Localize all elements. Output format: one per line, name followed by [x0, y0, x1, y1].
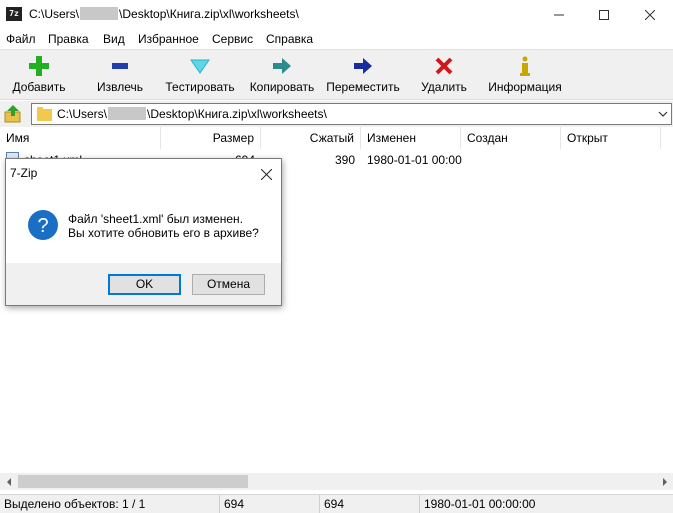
menu-favorites[interactable]: Избранное	[138, 32, 199, 46]
maximize-icon	[599, 10, 609, 20]
cancel-button[interactable]: Отмена	[192, 274, 265, 295]
address-path-suffix: \Desktop\Книга.zip\xl\worksheets\	[147, 107, 327, 121]
copy-button[interactable]: Копировать	[247, 50, 317, 100]
column-packed[interactable]: Сжатый	[261, 127, 361, 149]
scroll-right-button[interactable]	[656, 473, 673, 490]
copy-label: Копировать	[249, 80, 315, 94]
column-created[interactable]: Создан	[461, 127, 561, 149]
status-bar: Выделено объектов: 1 / 1 694 694 1980-01…	[0, 494, 673, 513]
test-check-icon	[190, 59, 210, 74]
delete-label: Удалить	[421, 80, 467, 94]
column-size[interactable]: Размер	[161, 127, 261, 149]
address-bar: C:\Users\ \Desktop\Книга.zip\xl\worksheet…	[0, 101, 673, 127]
add-button[interactable]: Добавить	[5, 50, 73, 100]
scroll-left-button[interactable]	[0, 473, 17, 490]
app-7zip-icon: 7z	[6, 7, 22, 21]
update-archive-dialog: 7-Zip ? Файл 'sheet1.xml' был изменен. В…	[5, 158, 282, 306]
folder-up-icon[interactable]	[3, 104, 23, 124]
delete-x-icon	[435, 57, 453, 75]
close-icon	[645, 10, 655, 20]
info-button[interactable]: Информация	[486, 50, 564, 100]
copy-arrow-icon	[273, 58, 291, 74]
address-path-prefix: C:\Users\	[57, 107, 108, 121]
status-packed: 694	[319, 495, 419, 513]
address-input[interactable]: C:\Users\ \Desktop\Книга.zip\xl\worksheet…	[31, 103, 672, 125]
test-label: Тестировать	[165, 80, 235, 94]
column-modified[interactable]: Изменен	[361, 127, 461, 149]
window-title: C:\Users\ \Desktop\Книга.zip\xl\worksheet…	[29, 7, 299, 21]
minimize-icon	[554, 14, 564, 16]
window-title-prefix: C:\Users\	[29, 7, 80, 21]
column-accessed[interactable]: Открыт	[561, 127, 661, 149]
redacted-username	[80, 7, 119, 20]
extract-label: Извлечь	[96, 80, 143, 94]
menu-view[interactable]: Вид	[103, 32, 125, 46]
move-button[interactable]: Переместить	[325, 50, 401, 100]
column-name[interactable]: Имя	[0, 127, 161, 149]
status-modified: 1980-01-01 00:00:00	[419, 495, 673, 513]
close-icon	[260, 168, 272, 180]
redacted-username	[108, 107, 147, 120]
info-icon	[520, 56, 530, 76]
ok-button[interactable]: OK	[108, 274, 181, 295]
dialog-message-line2: Вы хотите обновить его в архиве?	[68, 226, 259, 240]
folder-icon	[37, 107, 52, 121]
dialog-footer: OK Отмена	[6, 263, 281, 305]
title-bar: 7z C:\Users\ \Desktop\Книга.zip\xl\worksh…	[0, 0, 673, 30]
address-path: C:\Users\ \Desktop\Книга.zip\xl\worksheet…	[57, 107, 327, 121]
menu-tools[interactable]: Сервис	[212, 32, 253, 46]
status-size: 694	[219, 495, 319, 513]
maximize-button[interactable]	[581, 0, 627, 30]
extract-button[interactable]: Извлечь	[88, 50, 152, 100]
chevron-down-icon[interactable]	[658, 109, 668, 119]
scroll-thumb[interactable]	[18, 475, 248, 488]
chevron-left-icon	[6, 477, 11, 486]
move-arrow-icon	[354, 58, 372, 74]
delete-button[interactable]: Удалить	[413, 50, 475, 100]
dialog-title: 7-Zip	[10, 166, 38, 180]
window-title-suffix: \Desktop\Книга.zip\xl\worksheets\	[119, 7, 299, 21]
horizontal-scrollbar[interactable]	[0, 473, 673, 490]
toolbar: Добавить Извлечь Тестировать Копировать …	[0, 49, 673, 100]
extract-minus-icon	[112, 63, 128, 69]
move-label: Переместить	[326, 80, 400, 94]
add-plus-icon	[29, 56, 49, 76]
test-button[interactable]: Тестировать	[163, 50, 237, 100]
menu-file[interactable]: Файл	[6, 32, 36, 46]
menu-edit[interactable]: Правка	[48, 32, 89, 46]
status-selected: Выделено объектов: 1 / 1	[4, 497, 146, 511]
menu-help[interactable]: Справка	[266, 32, 313, 46]
menu-bar: Файл Правка Вид Избранное Сервис Справка	[0, 30, 673, 49]
info-label: Информация	[488, 80, 562, 94]
dialog-message-line1: Файл 'sheet1.xml' был изменен.	[68, 212, 244, 226]
add-label: Добавить	[12, 80, 66, 94]
close-window-button[interactable]	[627, 0, 673, 30]
minimize-button[interactable]	[536, 0, 582, 30]
svg-text:?: ?	[37, 215, 48, 237]
question-icon: ?	[28, 210, 58, 240]
chevron-right-icon	[662, 477, 667, 486]
row-modified: 1980-01-01 00:00	[367, 153, 462, 167]
dialog-close-button[interactable]	[255, 163, 277, 185]
